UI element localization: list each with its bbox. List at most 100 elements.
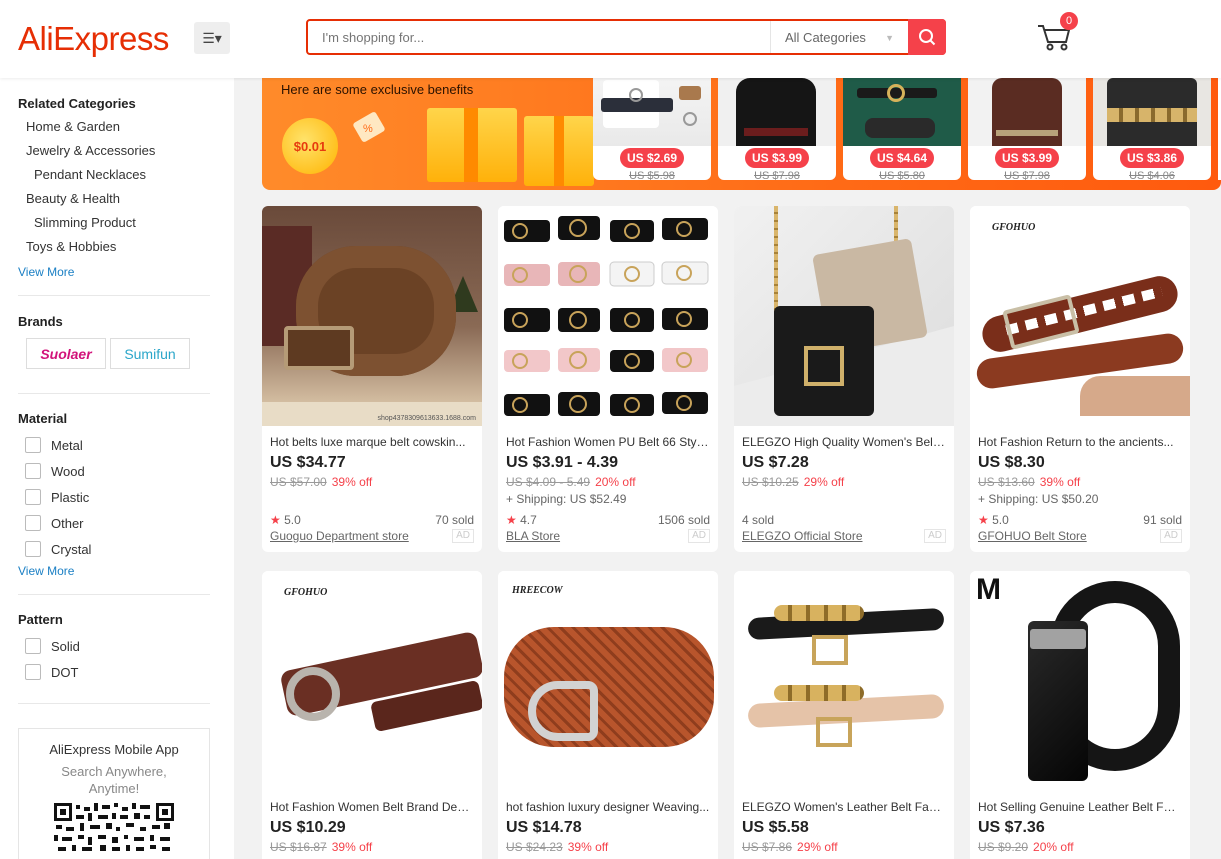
- ad-badge: AD: [452, 529, 474, 543]
- brand-suolaer-button[interactable]: Suolaer: [26, 338, 106, 369]
- pattern-option[interactable]: Solid: [18, 633, 216, 659]
- banner-product-card[interactable]: US $3.86 US $4.06: [1093, 78, 1211, 180]
- product-title[interactable]: Hot Fashion Women Belt Brand Design...: [262, 800, 482, 814]
- product-image[interactable]: M: [970, 571, 1190, 791]
- product-image[interactable]: [734, 206, 954, 426]
- store-row: BLA Store AD: [498, 529, 718, 543]
- product-card[interactable]: shop4378309613633.1688.com Hot belts lux…: [262, 206, 482, 552]
- checkbox[interactable]: [25, 489, 41, 505]
- banner-product-card[interactable]: US $2.69 US $5.98: [593, 78, 711, 180]
- brand-sumifun-button[interactable]: Sumifun: [110, 338, 190, 369]
- cart-button[interactable]: 0: [1034, 12, 1078, 54]
- product-title[interactable]: hot fashion luxury designer Weaving...: [498, 800, 718, 814]
- filter-sidebar: Related Categories Home & Garden Jewelry…: [0, 78, 234, 859]
- banner-price: US $3.86: [1120, 148, 1184, 168]
- promo-banner[interactable]: Here are some exclusive benefits $0.01 %…: [262, 78, 1221, 190]
- banner-price: US $4.64: [870, 148, 934, 168]
- app-promo-subtitle: Search Anywhere, Anytime!: [61, 764, 167, 796]
- checkbox[interactable]: [25, 638, 41, 654]
- qr-code-icon[interactable]: [54, 803, 174, 853]
- product-original-price: US $9.20 20% off: [970, 840, 1190, 854]
- category-item[interactable]: Toys & Hobbies: [18, 235, 216, 259]
- product-image[interactable]: shop4378309613633.1688.com: [262, 206, 482, 426]
- product-price: US $7.36: [978, 819, 1045, 836]
- search-button[interactable]: [908, 19, 946, 55]
- banner-product-card[interactable]: US $3.99 US $7.98: [968, 78, 1086, 180]
- category-item[interactable]: Slimming Product: [18, 211, 216, 235]
- product-title[interactable]: Hot belts luxe marque belt cowskin...: [262, 435, 482, 449]
- discount-badge: 29% off: [803, 475, 845, 489]
- product-card[interactable]: M Hot Selling Genuine Leather Belt For..…: [970, 571, 1190, 859]
- banner-product-card[interactable]: US $3.99 US $7.98: [718, 78, 836, 180]
- product-image[interactable]: GFOHUO: [970, 206, 1190, 426]
- aliexpress-logo[interactable]: AliExpress: [18, 20, 169, 58]
- material-option[interactable]: Wood: [18, 458, 216, 484]
- original-price: US $10.25: [742, 475, 799, 489]
- product-title[interactable]: ELEGZO Women's Leather Belt Fashion...: [734, 800, 954, 814]
- product-card[interactable]: ELEGZO High Quality Women's Belt... US $…: [734, 206, 954, 552]
- discount-badge: 39% off: [331, 840, 373, 854]
- product-price: US $34.77: [270, 454, 346, 471]
- material-option[interactable]: Other: [18, 510, 216, 536]
- store-link[interactable]: BLA Store: [506, 529, 560, 543]
- banner-product-card[interactable]: US $4.64 US $5.80: [843, 78, 961, 180]
- belts-grid-image: [504, 216, 709, 416]
- cart-count-badge: 0: [1060, 12, 1078, 30]
- material-option[interactable]: Crystal: [18, 536, 216, 562]
- original-price: US $7.86: [742, 840, 793, 854]
- banner-text: Here are some exclusive benefits: [281, 82, 474, 97]
- product-image[interactable]: HREECOW: [498, 571, 718, 791]
- product-card[interactable]: Hot Fashion Women PU Belt 66 Style... US…: [498, 206, 718, 552]
- checkbox[interactable]: [25, 463, 41, 479]
- product-card[interactable]: GFOHUO Hot Fashion Return to the ancient…: [970, 206, 1190, 552]
- banner-original-price: US $4.06: [1129, 170, 1175, 180]
- search-input[interactable]: [308, 21, 770, 53]
- checkbox[interactable]: [25, 437, 41, 453]
- checkbox[interactable]: [25, 664, 41, 680]
- category-item[interactable]: Home & Garden: [18, 115, 216, 139]
- material-option[interactable]: Plastic: [18, 484, 216, 510]
- product-title[interactable]: ELEGZO High Quality Women's Belt...: [734, 435, 954, 449]
- image-brand-mark: M: [976, 573, 1001, 606]
- search-icon: [919, 29, 936, 46]
- pattern-label: DOT: [51, 664, 79, 680]
- store-link[interactable]: ELEGZO Official Store: [742, 529, 863, 543]
- store-link[interactable]: Guoguo Department store: [270, 529, 409, 543]
- discount-badge: 20% off: [1033, 840, 1074, 854]
- menu-button[interactable]: ☰▾: [194, 22, 230, 54]
- categories-view-more-link[interactable]: View More: [18, 265, 216, 279]
- category-item[interactable]: Jewelry & Accessories: [18, 139, 216, 163]
- product-title[interactable]: Hot Fashion Women PU Belt 66 Style...: [498, 435, 718, 449]
- product-price: US $8.30: [978, 454, 1045, 471]
- product-original-price: US $57.00 39% off: [262, 475, 482, 489]
- product-image[interactable]: [734, 571, 954, 791]
- store-link[interactable]: GFOHUO Belt Store: [978, 529, 1087, 543]
- checkbox[interactable]: [25, 515, 41, 531]
- category-select[interactable]: All Categories ▼: [770, 21, 908, 53]
- product-image[interactable]: [498, 206, 718, 426]
- category-item[interactable]: Pendant Necklaces: [18, 163, 216, 187]
- category-item[interactable]: Beauty & Health: [18, 187, 216, 211]
- ad-badge: AD: [924, 529, 946, 543]
- material-view-more-link[interactable]: View More: [18, 564, 216, 578]
- banner-product-image: [593, 78, 711, 146]
- pattern-option[interactable]: DOT: [18, 659, 216, 685]
- checkbox[interactable]: [25, 541, 41, 557]
- product-title[interactable]: Hot Fashion Return to the ancients...: [970, 435, 1190, 449]
- material-option[interactable]: Metal: [18, 432, 216, 458]
- product-image[interactable]: GFOHUO: [262, 571, 482, 791]
- sold-count: 1506 sold: [657, 513, 710, 527]
- product-card[interactable]: HREECOW hot fashion luxury designer Weav…: [498, 571, 718, 859]
- coin-icon: $0.01: [282, 118, 338, 174]
- shipping-fee: [734, 492, 954, 507]
- gift-ribbon-icon: [464, 108, 478, 182]
- product-original-price: US $4.09 - 5.49 20% off: [498, 475, 718, 489]
- product-title[interactable]: Hot Selling Genuine Leather Belt For...: [970, 800, 1190, 814]
- material-label: Other: [51, 515, 84, 531]
- product-card[interactable]: GFOHUO Hot Fashion Women Belt Brand Desi…: [262, 571, 482, 859]
- product-card[interactable]: ELEGZO Women's Leather Belt Fashion... U…: [734, 571, 954, 859]
- material-label: Metal: [51, 437, 83, 453]
- banner-original-price: US $7.98: [754, 170, 800, 180]
- product-original-price: US $13.60 39% off: [970, 475, 1190, 489]
- original-price: US $13.60: [978, 475, 1035, 489]
